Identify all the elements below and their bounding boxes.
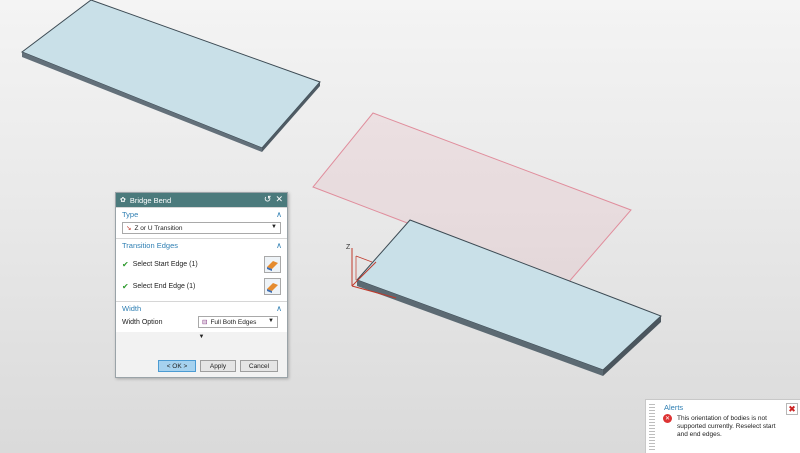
section-type-title: Type <box>122 209 139 219</box>
axis-label-z: Z <box>346 244 351 251</box>
start-edge-label: Select Start Edge (1) <box>132 260 198 268</box>
expand-more-icon[interactable]: ▼ <box>116 332 287 342</box>
type-select-value: Z or U Transition <box>134 224 183 232</box>
reset-icon[interactable]: ↺ <box>264 194 272 205</box>
section-width-title: Width <box>122 303 142 313</box>
checkmark-icon: ✔ <box>122 281 129 291</box>
section-width-header[interactable]: Width ∧ <box>116 301 287 314</box>
close-icon[interactable]: ✖ <box>786 403 798 415</box>
ok-button[interactable]: < OK > <box>158 360 196 372</box>
checkmark-icon: ✔ <box>122 259 129 269</box>
gear-icon: ✿ <box>120 197 126 204</box>
width-option-icon: ⊟ <box>202 319 208 326</box>
width-option-value: Full Both Edges <box>210 318 257 326</box>
edge-select-icon[interactable] <box>264 255 281 273</box>
section-type-body: ↘ Z or U Transition ▼ <box>116 220 287 238</box>
alerts-panel: Alerts ✕ This orientation of bodies is n… <box>645 399 800 453</box>
bridge-bend-dialog: ✿ Bridge Bend ↺ ✕ Type ∧ ↘ Z or U Transi… <box>115 192 288 378</box>
section-type-header[interactable]: Type ∧ <box>116 207 287 220</box>
start-edge-row[interactable]: ✔ Select Start Edge (1) <box>122 253 281 275</box>
dialog-titlebar[interactable]: ✿ Bridge Bend ↺ ✕ <box>116 193 287 207</box>
cancel-button[interactable]: Cancel <box>240 360 278 372</box>
section-transition-edges-body: ✔ Select Start Edge (1) ✔ Select End Edg… <box>116 251 287 301</box>
edge-select-icon[interactable] <box>264 277 281 295</box>
collapse-icon[interactable]: ∧ <box>276 304 282 313</box>
section-width-body: Width Option ⊟ Full Both Edges ▼ <box>116 314 287 332</box>
chevron-down-icon[interactable]: ▼ <box>271 224 277 230</box>
transition-type-icon: ↘ <box>126 225 132 232</box>
collapse-icon[interactable]: ∧ <box>276 241 282 250</box>
sheet-metal-body-upper[interactable] <box>20 0 321 152</box>
end-edge-row[interactable]: ✔ Select End Edge (1) <box>122 275 281 297</box>
width-option-label: Width Option <box>122 318 163 326</box>
chevron-down-icon[interactable]: ▼ <box>268 318 274 324</box>
section-transition-edges-title: Transition Edges <box>122 240 179 250</box>
type-select[interactable]: ↘ Z or U Transition ▼ <box>122 222 281 234</box>
error-icon: ✕ <box>663 414 672 423</box>
close-icon[interactable]: ✕ <box>275 194 283 205</box>
apply-button[interactable]: Apply <box>200 360 236 372</box>
end-edge-label: Select End Edge (1) <box>132 282 196 290</box>
alert-message: This orientation of bodies is not suppor… <box>677 415 776 438</box>
dialog-title: Bridge Bend <box>129 195 172 205</box>
section-transition-edges-header[interactable]: Transition Edges ∧ <box>116 238 287 251</box>
alerts-title: Alerts <box>664 403 684 412</box>
width-option-select[interactable]: ⊟ Full Both Edges ▼ <box>198 316 278 328</box>
collapse-icon[interactable]: ∧ <box>276 210 282 219</box>
drag-handle[interactable] <box>649 404 655 450</box>
